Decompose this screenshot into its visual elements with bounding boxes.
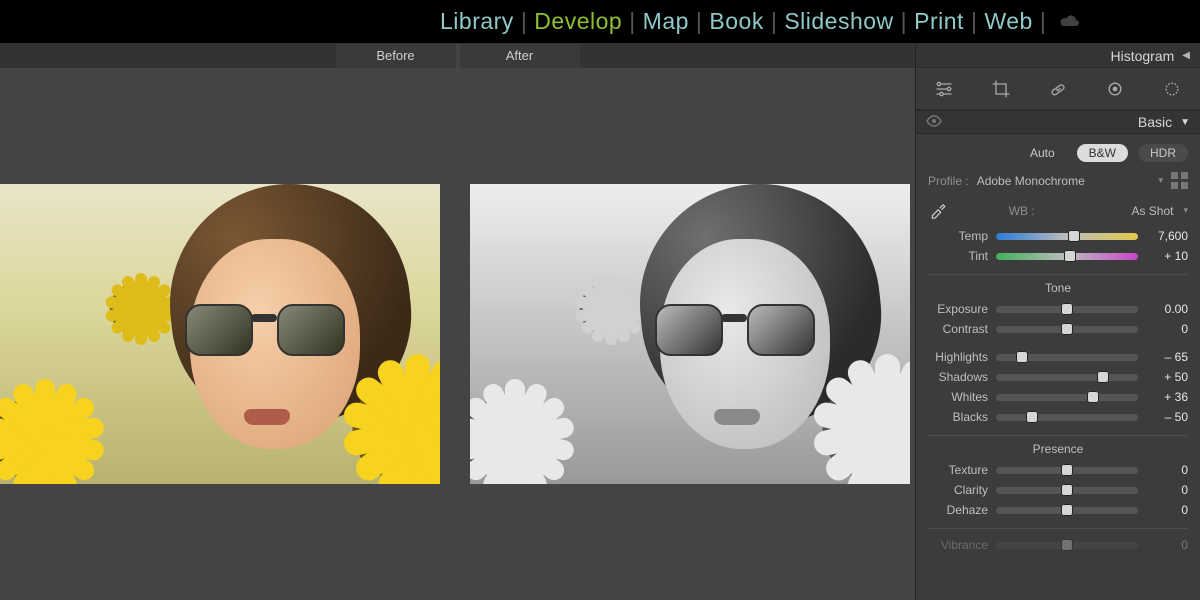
clarity-label: Clarity — [928, 483, 988, 497]
temp-value[interactable]: 7,600 — [1146, 229, 1188, 243]
histogram-title: Histogram — [1111, 48, 1175, 64]
whites-value[interactable]: + 36 — [1146, 390, 1188, 404]
after-label: After — [460, 44, 580, 68]
temp-slider[interactable]: Temp 7,600 — [928, 226, 1188, 246]
highlights-value[interactable]: – 65 — [1146, 350, 1188, 364]
profile-label: Profile : — [928, 174, 969, 188]
presence-title: Presence — [928, 442, 1188, 456]
basic-header[interactable]: Basic ▼ — [916, 110, 1200, 134]
module-map[interactable]: Map — [643, 8, 689, 35]
dehaze-value[interactable]: 0 — [1146, 503, 1188, 517]
whites-slider[interactable]: Whites + 36 — [928, 387, 1188, 407]
clarity-value[interactable]: 0 — [1146, 483, 1188, 497]
edit-tool[interactable] — [933, 78, 955, 100]
vibrance-slider[interactable]: Vibrance 0 — [928, 535, 1188, 555]
wb-value[interactable]: As Shot — [1093, 204, 1173, 218]
module-book[interactable]: Book — [709, 8, 763, 35]
vibrance-group: Vibrance 0 — [928, 528, 1188, 555]
module-slideshow[interactable]: Slideshow — [784, 8, 893, 35]
redeye-tool[interactable] — [1161, 78, 1183, 100]
expand-icon: ▼ — [1180, 117, 1190, 128]
presence-group: Presence Texture 0 Clarity 0 Dehaze 0 — [928, 435, 1188, 520]
visibility-icon[interactable] — [926, 114, 942, 130]
exposure-label: Exposure — [928, 302, 988, 316]
dehaze-label: Dehaze — [928, 503, 988, 517]
tint-label: Tint — [928, 249, 988, 263]
exposure-value[interactable]: 0.00 — [1146, 302, 1188, 316]
collapse-left-icon: ◀ — [1182, 50, 1190, 61]
shadows-value[interactable]: + 50 — [1146, 370, 1188, 384]
vibrance-label: Vibrance — [928, 538, 988, 552]
crop-tool[interactable] — [990, 78, 1012, 100]
blacks-slider[interactable]: Blacks – 50 — [928, 407, 1188, 427]
treatment-row: Auto B&W HDR — [928, 144, 1188, 162]
temp-label: Temp — [928, 229, 988, 243]
exposure-slider[interactable]: Exposure 0.00 — [928, 299, 1188, 319]
module-library[interactable]: Library — [440, 8, 514, 35]
profile-row: Profile : Adobe Monochrome ▾ — [928, 172, 1188, 189]
tone-title: Tone — [928, 281, 1188, 295]
tint-value[interactable]: + 10 — [1146, 249, 1188, 263]
texture-slider[interactable]: Texture 0 — [928, 460, 1188, 480]
treatment-auto[interactable]: Auto — [1018, 144, 1067, 162]
treatment-bw[interactable]: B&W — [1077, 144, 1128, 162]
profile-caret-icon[interactable]: ▾ — [1158, 175, 1163, 186]
before-label: Before — [336, 44, 456, 68]
healing-tool[interactable] — [1047, 78, 1069, 100]
before-pane: Before — [0, 44, 456, 600]
tone-group: Tone Exposure 0.00 Contrast 0 Highlights… — [928, 274, 1188, 427]
develop-toolstrip — [916, 68, 1200, 110]
wb-caret-icon[interactable]: ▾ — [1183, 205, 1188, 216]
highlights-slider[interactable]: Highlights – 65 — [928, 347, 1188, 367]
whites-label: Whites — [928, 390, 988, 404]
shadows-label: Shadows — [928, 370, 988, 384]
clarity-slider[interactable]: Clarity 0 — [928, 480, 1188, 500]
wb-label: WB : — [960, 204, 1083, 218]
module-print[interactable]: Print — [914, 8, 964, 35]
basic-panel-body: Auto B&W HDR Profile : Adobe Monochrome … — [916, 134, 1200, 557]
shadows-slider[interactable]: Shadows + 50 — [928, 367, 1188, 387]
wb-row: WB : As Shot ▾ — [928, 199, 1188, 222]
after-photo[interactable] — [470, 184, 910, 484]
texture-value[interactable]: 0 — [1146, 463, 1188, 477]
contrast-value[interactable]: 0 — [1146, 322, 1188, 336]
histogram-header[interactable]: Histogram ◀ — [916, 44, 1200, 68]
module-picker: Library| Develop| Map| Book| Slideshow| … — [0, 0, 1200, 44]
texture-label: Texture — [928, 463, 988, 477]
blacks-label: Blacks — [928, 410, 988, 424]
profile-value[interactable]: Adobe Monochrome — [977, 174, 1151, 188]
tint-slider[interactable]: Tint + 10 — [928, 246, 1188, 266]
contrast-slider[interactable]: Contrast 0 — [928, 319, 1188, 339]
module-web[interactable]: Web — [984, 8, 1032, 35]
develop-right-panel: Histogram ◀ Basic ▼ Auto B&W HDR Pro — [915, 44, 1200, 600]
masking-tool[interactable] — [1104, 78, 1126, 100]
before-photo[interactable] — [0, 184, 440, 484]
basic-title: Basic — [1138, 114, 1172, 130]
module-develop[interactable]: Develop — [534, 8, 622, 35]
wb-dropper-icon[interactable] — [928, 199, 950, 222]
highlights-label: Highlights — [928, 350, 988, 364]
treatment-hdr[interactable]: HDR — [1138, 144, 1188, 162]
blacks-value[interactable]: – 50 — [1146, 410, 1188, 424]
contrast-label: Contrast — [928, 322, 988, 336]
vibrance-value[interactable]: 0 — [1146, 538, 1188, 552]
after-pane: After — [460, 44, 916, 600]
compare-canvas: Before After — [0, 44, 915, 600]
dehaze-slider[interactable]: Dehaze 0 — [928, 500, 1188, 520]
cloud-sync-icon[interactable] — [1059, 8, 1081, 35]
profile-browser-icon[interactable] — [1171, 172, 1188, 189]
